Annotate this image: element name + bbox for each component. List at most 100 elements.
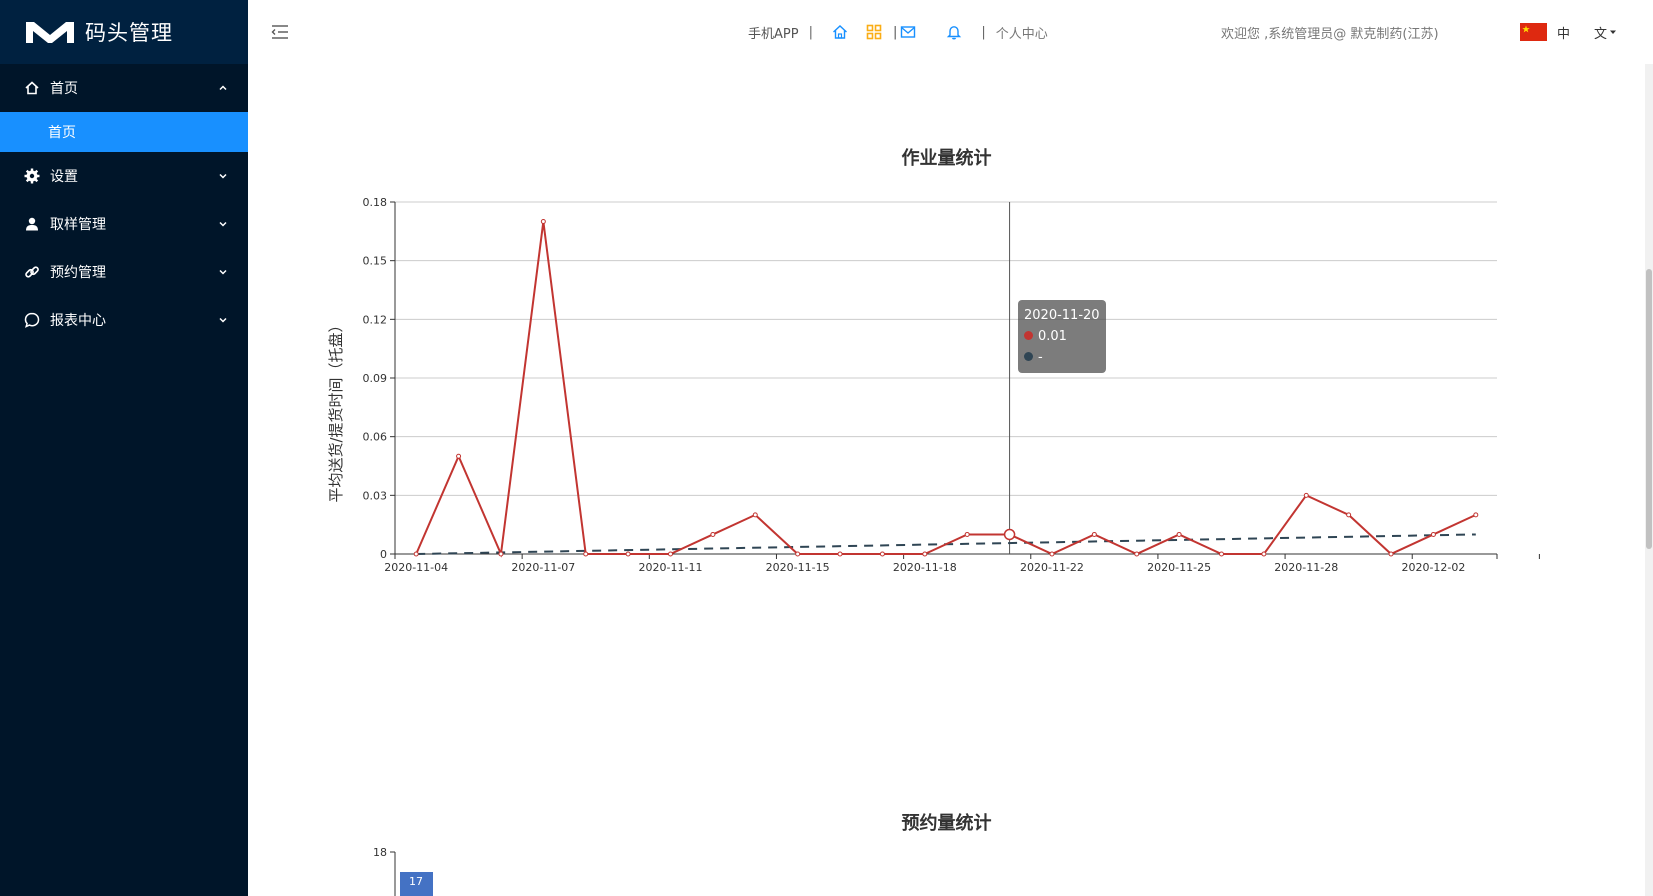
y-axis-label: 平均送货/提货时间（托盘） — [327, 317, 345, 502]
chat-icon — [24, 312, 40, 328]
data-point[interactable] — [1346, 512, 1352, 518]
page-scrollbar[interactable] — [1645, 64, 1653, 896]
home-icon — [24, 80, 40, 96]
data-point[interactable] — [1049, 551, 1055, 557]
tooltip-value1: 0.01 — [1038, 329, 1067, 344]
app-logo[interactable]: 码头管理 — [0, 0, 248, 64]
chart-axes: 1817 — [373, 846, 433, 896]
caret-down-icon — [1610, 30, 1617, 34]
work-volume-line-chart[interactable]: 00.030.060.090.120.150.18 2020-11-04 2020… — [248, 64, 1645, 624]
menu-fold-icon[interactable] — [270, 22, 290, 42]
chart-tooltip: 2020-11-20 0.01 - — [1018, 300, 1106, 373]
china-flag-icon[interactable] — [1520, 23, 1547, 41]
sidebar-item-sampling[interactable]: 取样管理 — [0, 200, 248, 248]
bar-value-label: 17 — [409, 875, 423, 888]
merck-logo-icon — [26, 22, 74, 43]
y-tick-label: 0.09 — [363, 372, 388, 385]
y-tick-label: 0.15 — [363, 255, 388, 268]
sidebar-item-reports[interactable]: 报表中心 — [0, 296, 248, 344]
chevron-down-icon — [219, 317, 227, 323]
data-point[interactable] — [879, 551, 885, 557]
data-point[interactable] — [1430, 531, 1436, 537]
chevron-up-icon — [219, 85, 227, 91]
gear-icon — [24, 168, 40, 184]
x-tick-label: 2020-11-22 — [1020, 561, 1084, 574]
tooltip-date: 2020-11-20 — [1024, 308, 1100, 323]
x-tick-label: 2020-11-25 — [1147, 561, 1211, 574]
welcome-text: 欢迎您 ,系统管理员@ 默克制药(江苏) — [1221, 26, 1439, 42]
chart-series — [413, 202, 1479, 558]
data-point[interactable] — [413, 551, 419, 557]
nav-separator: | — [981, 24, 986, 40]
data-point[interactable] — [1003, 528, 1016, 541]
scrollbar-thumb[interactable] — [1646, 269, 1652, 549]
bell-icon[interactable] — [945, 23, 963, 41]
apps-grid-icon[interactable] — [865, 23, 883, 41]
personal-center-link[interactable]: 个人中心 — [996, 23, 1048, 42]
top-header: 手机APP | | | 个人中心 欢迎您 ,系统管理员@ 默克制药(江苏) 中 — [248, 0, 1653, 64]
series-line — [415, 221, 1477, 558]
booking-chart-title: 预约量统计 — [901, 813, 992, 834]
main-content: 作业量统计 0 0.03 0.06 0.09 0.12 0.15 0.18 2020-11-… — [248, 64, 1645, 896]
app-title: 码头管理 — [85, 21, 173, 45]
data-point[interactable] — [1261, 551, 1267, 557]
tooltip-row-series2: - — [1024, 347, 1100, 368]
language-dropdown-label: 文 — [1594, 26, 1608, 42]
y-tick-label: 0.03 — [363, 489, 388, 502]
data-point[interactable] — [710, 531, 716, 537]
x-axis-ticks: 2020-11-04 2020-11-07 2020-11-11 2020-11-15… — [384, 554, 1540, 574]
x-tick-label: 2020-11-11 — [639, 561, 703, 574]
data-point[interactable] — [964, 531, 970, 537]
mail-icon[interactable] — [899, 23, 917, 41]
data-point[interactable] — [1134, 551, 1140, 557]
y-axis-ticks: 0 0.03 0.06 0.09 0.12 0.15 0.18 — [363, 196, 395, 561]
language-current[interactable]: 中 — [1557, 23, 1570, 42]
sidebar-item-settings[interactable]: 设置 — [0, 152, 248, 200]
data-point[interactable] — [625, 551, 631, 557]
data-point[interactable] — [752, 512, 758, 518]
data-point[interactable] — [540, 219, 546, 225]
x-tick-label: 2020-11-18 — [893, 561, 957, 574]
sidebar: 码头管理 首页 首页 设置 取样管理 预约管理 报表中心 — [0, 0, 248, 896]
y-tick-label: 0 — [380, 548, 387, 561]
x-tick-label: 2020-11-07 — [511, 561, 575, 574]
sidebar-item-label: 首页 — [50, 81, 78, 97]
language-dropdown[interactable]: 文 — [1594, 23, 1617, 42]
data-point[interactable] — [668, 551, 673, 557]
booking-volume-bar-chart[interactable]: 1817 — [248, 836, 1645, 896]
data-point[interactable] — [795, 551, 801, 557]
nav-separator: | — [892, 24, 898, 40]
sidebar-item-booking[interactable]: 预约管理 — [0, 248, 248, 296]
x-tick-label: 2020-11-28 — [1274, 561, 1338, 574]
data-point[interactable] — [456, 453, 462, 459]
data-point[interactable] — [583, 551, 589, 557]
data-point[interactable] — [1473, 512, 1479, 518]
language-switcher: 中 文 — [1520, 0, 1617, 64]
data-point[interactable] — [1091, 531, 1097, 537]
sidebar-item-label: 取样管理 — [50, 217, 106, 233]
x-tick-label: 2020-12-02 — [1401, 561, 1465, 574]
legend-dot-series2 — [1024, 352, 1033, 361]
data-point[interactable] — [498, 551, 504, 557]
chevron-down-icon — [219, 269, 227, 275]
header-nav: 手机APP | | | 个人中心 — [748, 0, 1048, 64]
legend-dot-series1 — [1024, 331, 1033, 340]
x-tick-label: 2020-11-15 — [766, 561, 830, 574]
sidebar-subitem-home[interactable]: 首页 — [0, 112, 248, 152]
home-icon[interactable] — [831, 23, 849, 41]
data-point[interactable] — [1176, 531, 1182, 537]
data-point[interactable] — [1303, 492, 1309, 498]
sidebar-item-home[interactable]: 首页 — [0, 64, 248, 112]
link-icon — [24, 264, 40, 280]
mobile-app-link[interactable]: 手机APP — [748, 23, 799, 42]
chevron-down-icon — [219, 221, 227, 227]
y-tick-label: 0.18 — [363, 196, 388, 209]
x-tick-label: 2020-11-04 — [384, 561, 448, 574]
data-point[interactable] — [1388, 551, 1394, 557]
sidebar-item-label: 设置 — [50, 169, 78, 185]
tooltip-row-series1: 0.01 — [1024, 326, 1100, 347]
data-point[interactable] — [1219, 551, 1224, 557]
y-tick-label: 0.12 — [363, 313, 388, 326]
data-point[interactable] — [837, 551, 843, 557]
data-point[interactable] — [922, 551, 928, 557]
